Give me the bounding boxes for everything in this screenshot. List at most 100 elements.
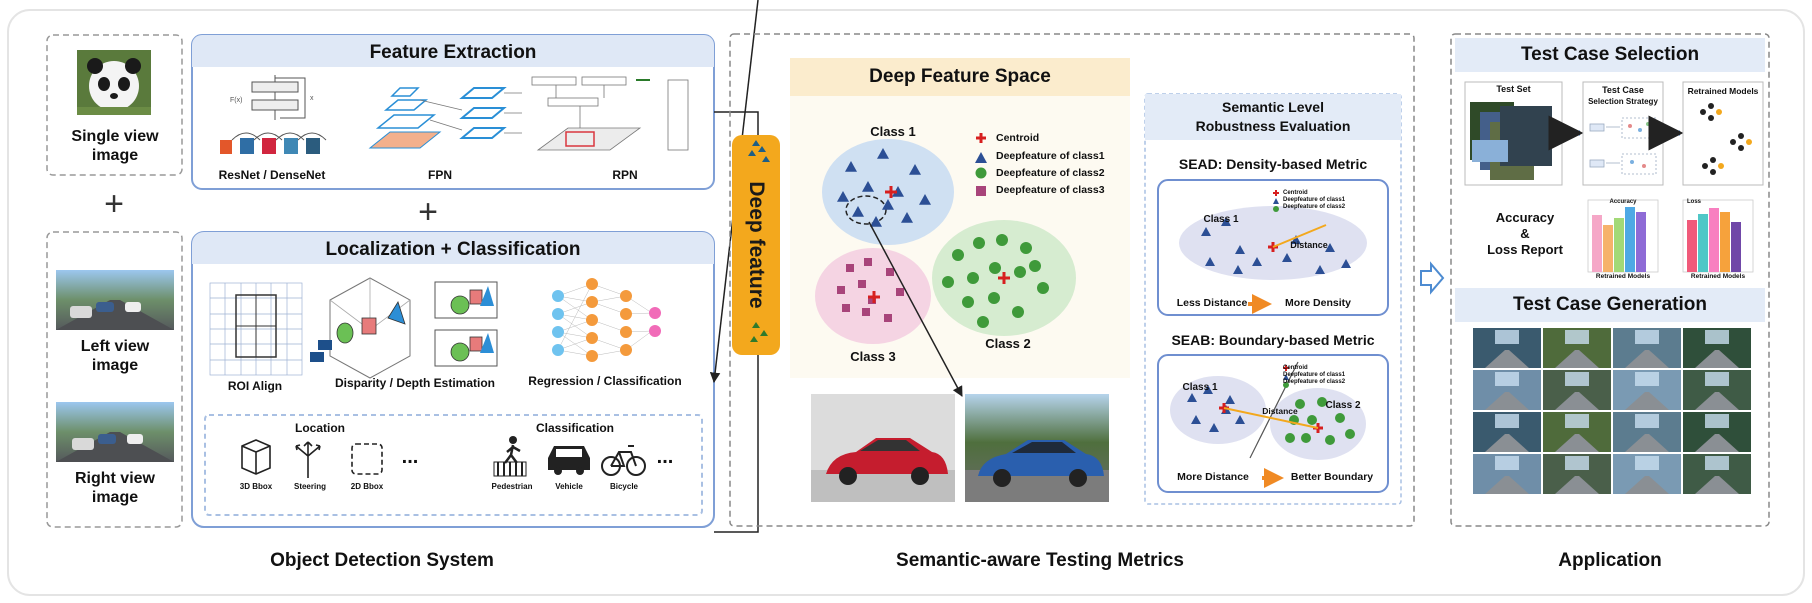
seab-more-label: More Distance: [1177, 471, 1249, 483]
cls-item-bicycle: Bicycle: [609, 482, 639, 491]
loss-chart-title: Loss: [1687, 199, 1702, 205]
feature-circle: [989, 262, 1001, 274]
loc-item-3d-bbox: 3D Bbox: [239, 482, 273, 491]
sead-more-label: More Density: [1285, 297, 1351, 309]
rpn-label: RPN: [612, 168, 638, 182]
pipeline-diagram: + F(x) x + Single view image Left view i…: [0, 0, 1812, 603]
feature-circle: [1335, 413, 1345, 423]
left-view-image: [56, 270, 174, 330]
sead-distance-label: Distance: [1290, 240, 1328, 250]
feature-circle: [1029, 260, 1041, 272]
report-label-1: Accuracy: [1495, 210, 1555, 225]
class2-label: Class 2: [985, 336, 1031, 351]
report-label-3: Loss Report: [1487, 242, 1563, 257]
loss-chart-xlabel: Retrained Models: [1690, 273, 1746, 280]
sead-legend-centroid: Centroid: [1283, 190, 1308, 196]
footer-stm: Semantic-aware Testing Metrics: [896, 550, 1184, 571]
panda-image: [77, 50, 151, 115]
resnet-label: ResNet / DenseNet: [218, 168, 326, 182]
feature-circle: [962, 296, 974, 308]
legend-circle-icon: [975, 167, 987, 179]
single-view-label: Single view image: [71, 128, 159, 164]
svg-text:x: x: [310, 95, 314, 102]
seab-legend-class2: Deepfeature of class2: [1283, 379, 1346, 385]
feature-circle: [952, 249, 964, 261]
legend-class2: Deepfeature of class2: [996, 167, 1105, 179]
generated-scene-sky: [1495, 330, 1519, 344]
generated-scene-sky: [1705, 372, 1729, 386]
report-label-2: &: [1520, 226, 1530, 241]
footer-app: Application: [1558, 550, 1662, 571]
seab-class1-label: Class 1: [1182, 382, 1218, 393]
legend-class1: Deepfeature of class1: [996, 150, 1105, 162]
feature-circle: [1345, 429, 1355, 439]
feature-circle: [1014, 266, 1026, 278]
selection-title: Test Case Selection: [1520, 44, 1700, 65]
sead-class1-label: Class 1: [1203, 214, 1239, 225]
generated-scene-sky: [1565, 414, 1589, 428]
seab-class2-label: Class 2: [1325, 400, 1361, 411]
legend-class3: Deepfeature of class3: [996, 184, 1105, 196]
loc-item-steering: Steering: [293, 482, 326, 491]
generated-scene-sky: [1635, 414, 1659, 428]
feature-circle: [967, 272, 979, 284]
generated-scene-sky: [1565, 330, 1589, 344]
semantic-eval-title-1: Semantic Level: [1222, 99, 1324, 115]
retrained-box: [1682, 81, 1764, 186]
strategy-label-1: Test Case: [1602, 85, 1644, 95]
feature-circle: [1301, 433, 1311, 443]
red-car-photo: [811, 394, 955, 502]
right-view-image: [56, 402, 174, 462]
feature-circle: [996, 234, 1008, 246]
cls-ellipsis: ...: [656, 446, 674, 468]
legend-centroid: Centroid: [996, 132, 1040, 144]
test-set-label: Test Set: [1496, 84, 1531, 94]
accuracy-mini-chart: [1587, 199, 1659, 273]
cls-item-vehicle: Vehicle: [555, 482, 583, 491]
plus-sign-2: +: [418, 193, 438, 231]
deep-space-title: Deep Feature Space: [869, 66, 1051, 87]
feature-circle: [977, 316, 989, 328]
generated-scene-sky: [1635, 330, 1659, 344]
disparity-label: Disparity / Depth Estimation: [334, 376, 496, 390]
feature-square: [842, 304, 850, 312]
right-view-label: Right view image: [74, 470, 155, 506]
sead-legend-class1: Deepfeature of class1: [1283, 197, 1346, 203]
sead-legend-class2: Deepfeature of class2: [1283, 204, 1346, 210]
feature-square: [864, 258, 872, 266]
feature-square: [886, 268, 894, 276]
generated-scene-sky: [1495, 372, 1519, 386]
seab-legend-centroid: Centroid: [1283, 365, 1308, 371]
generated-scene-sky: [1705, 456, 1729, 470]
cls-item-pedestrian: Pedestrian: [491, 482, 533, 491]
generated-scene-sky: [1565, 372, 1589, 386]
loss-mini-chart: [1682, 199, 1754, 273]
left-view-label: Left view image: [80, 338, 150, 374]
generated-scene-sky: [1635, 372, 1659, 386]
feature-square: [837, 286, 845, 294]
feature-circle: [1020, 242, 1032, 254]
strategy-label-2: Selection Strategy: [1588, 97, 1658, 106]
location-title: Location: [295, 421, 345, 435]
seab-distance-label: Distance: [1262, 406, 1298, 416]
feature-square: [858, 280, 866, 288]
feature-circle: [973, 237, 985, 249]
feature-circle: [942, 276, 954, 288]
feature-circle: [988, 292, 1000, 304]
legend-square-icon: [976, 186, 986, 196]
retrained-label: Retrained Models: [1687, 86, 1759, 96]
sead-less-label: Less Distance: [1176, 297, 1248, 309]
generated-scene-sky: [1705, 414, 1729, 428]
loc-item-2d-bbox: 2D Bbox: [350, 482, 384, 491]
feature-circle: [1285, 433, 1295, 443]
localization-title: Localization + Classification: [325, 239, 581, 260]
footer-ods: Object Detection System: [270, 550, 494, 571]
generated-scene-sky: [1495, 414, 1519, 428]
accuracy-chart-title: Accuracy: [1609, 199, 1637, 205]
feature-square: [862, 308, 870, 316]
feature-square: [846, 264, 854, 272]
feature-square: [884, 314, 892, 322]
blue-car-photo: [965, 394, 1109, 502]
feature-circle: [1307, 415, 1317, 425]
regression-label: Regression / Classification: [528, 374, 682, 388]
